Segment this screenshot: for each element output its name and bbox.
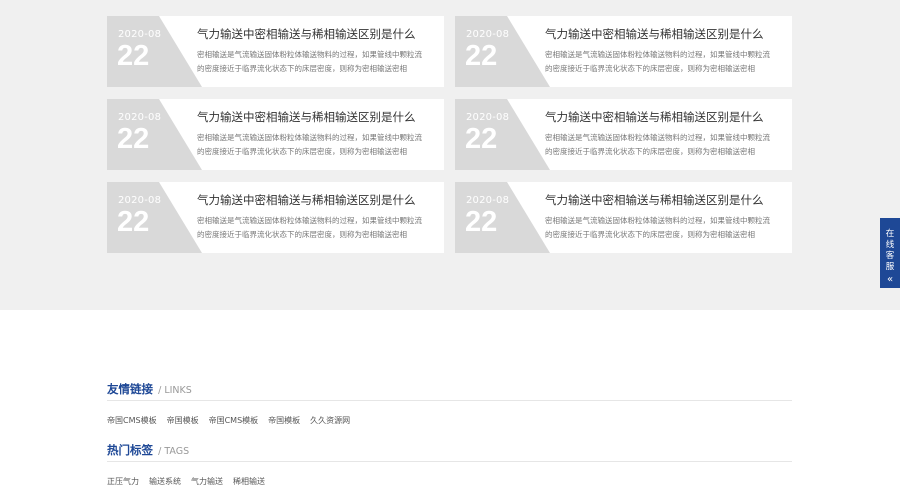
- links-list: 帝国CMS模板 帝国模板 帝国CMS模板 帝国模板 久久资源网: [107, 401, 792, 439]
- date-day: 22: [465, 206, 498, 238]
- date-year-month: 2020-08: [118, 112, 162, 123]
- date-day: 22: [117, 123, 150, 155]
- news-description: 密相输送是气流输送固体粉粒体输送物料的过程，如果管线中颗粒流的密度接近于临界流化…: [545, 216, 770, 239]
- news-title[interactable]: 气力输送中密相输送与稀相输送区别是什么: [545, 192, 785, 208]
- news-title[interactable]: 气力输送中密相输送与稀相输送区别是什么: [545, 109, 785, 125]
- news-card[interactable]: 2020-08 22 气力输送中密相输送与稀相输送区别是什么 密相输送是气流输送…: [455, 182, 792, 253]
- news-card[interactable]: 2020-08 22 气力输送中密相输送与稀相输送区别是什么 密相输送是气流输送…: [455, 99, 792, 170]
- links-subtitle: / LINKS: [158, 385, 192, 396]
- hot-tag[interactable]: 气力输送: [191, 476, 223, 487]
- date-day: 22: [117, 206, 150, 238]
- tags-subtitle: / TAGS: [158, 446, 190, 457]
- links-title: 友情链接: [107, 382, 153, 396]
- news-description: 密相输送是气流输送固体粉粒体输送物料的过程，如果管线中颗粒流的密度接近于临界流化…: [545, 133, 770, 156]
- links-header: 友情链接 / LINKS: [107, 378, 792, 401]
- news-section: 2020-08 22 气力输送中密相输送与稀相输送区别是什么 密相输送是气流输送…: [0, 0, 900, 310]
- friend-link[interactable]: 帝国CMS模板: [209, 415, 259, 426]
- date-day: 22: [465, 123, 498, 155]
- news-description: 密相输送是气流输送固体粉粒体输送物料的过程，如果管线中颗粒流的密度接近于临界流化…: [197, 133, 422, 156]
- hot-tag[interactable]: 稀相输送: [233, 476, 265, 487]
- news-title[interactable]: 气力输送中密相输送与稀相输送区别是什么: [197, 109, 437, 125]
- date-day: 22: [117, 40, 150, 72]
- date-year-month: 2020-08: [118, 195, 162, 206]
- news-description: 密相输送是气流输送固体粉粒体输送物料的过程，如果管线中颗粒流的密度接近于临界流化…: [545, 50, 770, 73]
- news-card[interactable]: 2020-08 22 气力输送中密相输送与稀相输送区别是什么 密相输送是气流输送…: [107, 16, 444, 87]
- news-title[interactable]: 气力输送中密相输送与稀相输送区别是什么: [197, 192, 437, 208]
- online-service-button[interactable]: 在线客服 «: [880, 218, 900, 288]
- online-service-label: 在线客服: [885, 229, 895, 272]
- news-description: 密相输送是气流输送固体粉粒体输送物料的过程，如果管线中颗粒流的密度接近于临界流化…: [197, 216, 422, 239]
- friend-link[interactable]: 帝国CMS模板: [107, 415, 157, 426]
- news-card[interactable]: 2020-08 22 气力输送中密相输送与稀相输送区别是什么 密相输送是气流输送…: [455, 16, 792, 87]
- footer-links-section: 友情链接 / LINKS 帝国CMS模板 帝国模板 帝国CMS模板 帝国模板 久…: [107, 378, 792, 500]
- date-year-month: 2020-08: [466, 112, 510, 123]
- news-title[interactable]: 气力输送中密相输送与稀相输送区别是什么: [197, 26, 437, 42]
- news-card[interactable]: 2020-08 22 气力输送中密相输送与稀相输送区别是什么 密相输送是气流输送…: [107, 99, 444, 170]
- date-day: 22: [465, 40, 498, 72]
- double-chevron-left-icon: «: [886, 274, 894, 285]
- news-grid: 2020-08 22 气力输送中密相输送与稀相输送区别是什么 密相输送是气流输送…: [107, 16, 792, 253]
- friend-link[interactable]: 帝国模板: [167, 415, 199, 426]
- tags-list: 正压气力 输送系统 气力输送 稀相输送: [107, 462, 792, 500]
- tags-title: 热门标签: [107, 443, 153, 457]
- hot-tag[interactable]: 输送系统: [149, 476, 181, 487]
- date-year-month: 2020-08: [466, 29, 510, 40]
- friend-link[interactable]: 帝国模板: [268, 415, 300, 426]
- friend-link[interactable]: 久久资源网: [310, 415, 350, 426]
- news-description: 密相输送是气流输送固体粉粒体输送物料的过程，如果管线中颗粒流的密度接近于临界流化…: [197, 50, 422, 73]
- hot-tag[interactable]: 正压气力: [107, 476, 139, 487]
- date-year-month: 2020-08: [118, 29, 162, 40]
- tags-header: 热门标签 / TAGS: [107, 439, 792, 462]
- date-year-month: 2020-08: [466, 195, 510, 206]
- news-title[interactable]: 气力输送中密相输送与稀相输送区别是什么: [545, 26, 785, 42]
- news-card[interactable]: 2020-08 22 气力输送中密相输送与稀相输送区别是什么 密相输送是气流输送…: [107, 182, 444, 253]
